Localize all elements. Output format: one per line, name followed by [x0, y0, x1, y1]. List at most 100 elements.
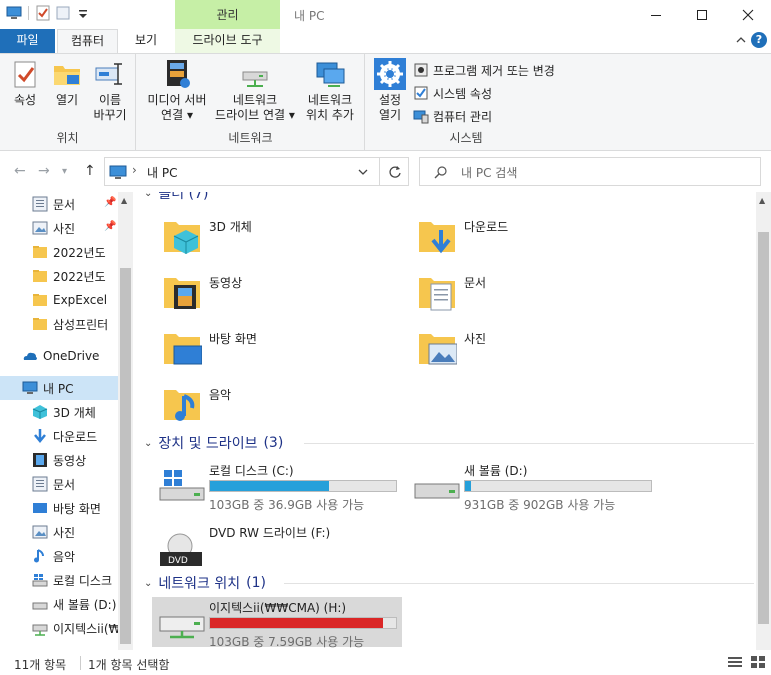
- downloads-icon: [417, 216, 457, 256]
- nav-item-folder-expexcel[interactable]: ExpExcel: [0, 288, 118, 312]
- folder-downloads[interactable]: 다운로드: [389, 212, 629, 260]
- nav-item-folder-2022-a[interactable]: 2022년도: [0, 240, 118, 264]
- details-view-icon[interactable]: [727, 655, 743, 672]
- open-settings-button[interactable]: 설정 열기: [370, 58, 410, 123]
- nav-item-quick-pictures[interactable]: 사진: [0, 216, 118, 240]
- collapse-chevron-icon[interactable]: ⌄: [144, 192, 152, 199]
- nav-item-pictures[interactable]: 사진: [0, 520, 118, 544]
- open-button[interactable]: 열기: [48, 58, 86, 108]
- nav-item-folder-2022-b[interactable]: 2022년도: [0, 264, 118, 288]
- folder-pictures[interactable]: 사진: [389, 324, 629, 372]
- properties-button[interactable]: 속성: [6, 58, 44, 108]
- videos-icon: [32, 452, 48, 468]
- refresh-button[interactable]: [379, 158, 409, 185]
- network-section-header[interactable]: ⌄ 네트워크 위치 (1): [144, 573, 266, 593]
- drive-usage-bar: [464, 480, 652, 492]
- scroll-up-icon[interactable]: ▲: [121, 196, 127, 205]
- nav-item-new-volume[interactable]: 새 볼륨 (D:): [0, 592, 118, 616]
- tab-computer[interactable]: 컴퓨터: [57, 29, 118, 54]
- folders-section-header[interactable]: ⌄ 폴더 (7): [144, 192, 208, 203]
- drive-name: 이지텍스ii(₩₩CMA) (H:): [209, 601, 347, 615]
- folder-documents[interactable]: 문서: [389, 268, 629, 316]
- nav-pane-scrollbar[interactable]: ▲: [118, 192, 133, 650]
- scroll-up-icon[interactable]: ▲: [759, 196, 765, 205]
- nav-item-this-pc[interactable]: 내 PC: [0, 376, 118, 400]
- search-placeholder[interactable]: 내 PC 검색: [461, 164, 517, 181]
- address-dropdown-icon[interactable]: [357, 166, 369, 181]
- settings-label-line1: 설정: [378, 93, 402, 107]
- drive-free-space: 103GB 중 7.59GB 사용 가능: [209, 635, 365, 649]
- large-icons-view-icon[interactable]: [750, 655, 766, 672]
- devices-section-header[interactable]: ⌄ 장치 및 드라이브 (3): [144, 433, 283, 453]
- recent-dropdown-icon[interactable]: ▾: [62, 166, 67, 177]
- nav-item-label: 2022년도: [53, 245, 106, 260]
- nav-item-3d-objects[interactable]: 3D 개체: [0, 400, 118, 424]
- tab-file[interactable]: 파일: [0, 29, 55, 53]
- settings-label-line2: 열기: [378, 108, 402, 122]
- collapse-ribbon-icon[interactable]: [735, 34, 747, 49]
- search-box[interactable]: 내 PC 검색: [419, 157, 761, 186]
- nav-item-folder-samsung[interactable]: 삼성프린터: [0, 312, 118, 336]
- pictures-icon: [417, 328, 458, 368]
- folder-label: 사진: [464, 332, 487, 346]
- content-scrollbar[interactable]: ▲: [756, 192, 771, 650]
- navigation-pane: 문서 📌 사진 📌 2022년도 2022년도 ExpExcel 삼성프린터 O…: [0, 192, 133, 650]
- section-divider: [304, 443, 754, 444]
- collapse-chevron-icon[interactable]: ⌄: [144, 578, 152, 589]
- back-arrow-icon[interactable]: ←: [14, 163, 26, 179]
- folder-desktop[interactable]: 바탕 화면: [134, 324, 374, 372]
- customize-toolbar-icon[interactable]: [75, 5, 91, 21]
- add-network-label-line1: 네트워크: [307, 93, 353, 107]
- help-icon[interactable]: ?: [751, 32, 767, 48]
- tab-drive-tools[interactable]: 드라이브 도구: [175, 29, 280, 53]
- pin-icon[interactable]: 📌: [104, 197, 116, 208]
- uninstall-program-button[interactable]: 프로그램 제거 또는 변경: [413, 60, 555, 80]
- system-properties-button[interactable]: 시스템 속성: [413, 83, 492, 103]
- nav-item-network-drive[interactable]: 이지텍스ii(₩: [0, 616, 118, 640]
- pictures-icon: [32, 524, 48, 540]
- settings-gear-icon: [374, 58, 406, 90]
- computer-management-button[interactable]: 컴퓨터 관리: [413, 106, 492, 126]
- nav-item-label: 문서: [53, 477, 76, 492]
- nav-item-music[interactable]: 음악: [0, 544, 118, 568]
- nav-item-onedrive[interactable]: OneDrive: [0, 344, 118, 368]
- nav-item-desktop[interactable]: 바탕 화면: [0, 496, 118, 520]
- map-network-drive-button[interactable]: 네트워크 드라이브 연결 ▾: [213, 58, 297, 123]
- maximize-button[interactable]: [679, 0, 725, 29]
- nav-item-documents[interactable]: 문서: [0, 472, 118, 496]
- nav-pane-scroll-thumb[interactable]: [120, 268, 131, 644]
- content-scroll-thumb[interactable]: [758, 232, 769, 624]
- network-location-icon: [314, 58, 346, 90]
- media-server-button[interactable]: 미디어 서버 연결 ▾: [141, 58, 213, 123]
- address-bar[interactable]: › 내 PC: [104, 157, 409, 186]
- nav-item-downloads[interactable]: 다운로드: [0, 424, 118, 448]
- close-button[interactable]: [725, 0, 771, 29]
- forward-arrow-icon[interactable]: →: [38, 163, 50, 179]
- folder-3d-objects[interactable]: 3D 개체: [134, 212, 374, 260]
- pin-icon[interactable]: 📌: [104, 221, 116, 232]
- folder-videos[interactable]: 동영상: [134, 268, 374, 316]
- add-network-location-button[interactable]: 네트워크 위치 추가: [299, 58, 361, 123]
- network-drive-icon: [32, 620, 48, 636]
- drive-dvd-rw-f[interactable]: DVD DVD RW 드라이브 (F:): [134, 522, 404, 572]
- dvd-drive-icon: DVD: [158, 532, 206, 566]
- nav-item-local-disk[interactable]: 로컬 디스크: [0, 568, 118, 592]
- properties-check-icon[interactable]: [35, 5, 51, 21]
- collapse-chevron-icon[interactable]: ⌄: [144, 438, 152, 449]
- minimize-icon: [651, 14, 661, 16]
- nav-item-videos[interactable]: 동영상: [0, 448, 118, 472]
- rename-button[interactable]: 이름 바꾸기: [88, 58, 132, 123]
- network-drive-h[interactable]: 이지텍스ii(₩₩CMA) (H:) 103GB 중 7.59GB 사용 가능: [152, 597, 402, 649]
- minimize-button[interactable]: [633, 0, 679, 29]
- address-path[interactable]: 내 PC: [147, 164, 177, 181]
- drive-local-disk-c[interactable]: 로컬 디스크 (C:) 103GB 중 36.9GB 사용 가능: [134, 460, 404, 512]
- drive-new-volume-d[interactable]: 새 볼륨 (D:) 931GB 중 902GB 사용 가능: [389, 460, 659, 512]
- uninstall-icon: [413, 62, 429, 78]
- tab-view[interactable]: 보기: [121, 29, 171, 53]
- breadcrumb-chevron-icon[interactable]: ›: [132, 163, 137, 177]
- new-folder-icon[interactable]: [55, 5, 71, 21]
- network-drive-icon: [239, 58, 271, 90]
- up-arrow-icon[interactable]: ↑: [84, 163, 96, 179]
- folder-music[interactable]: 음악: [134, 380, 374, 428]
- nav-item-quick-documents[interactable]: 문서: [0, 192, 118, 216]
